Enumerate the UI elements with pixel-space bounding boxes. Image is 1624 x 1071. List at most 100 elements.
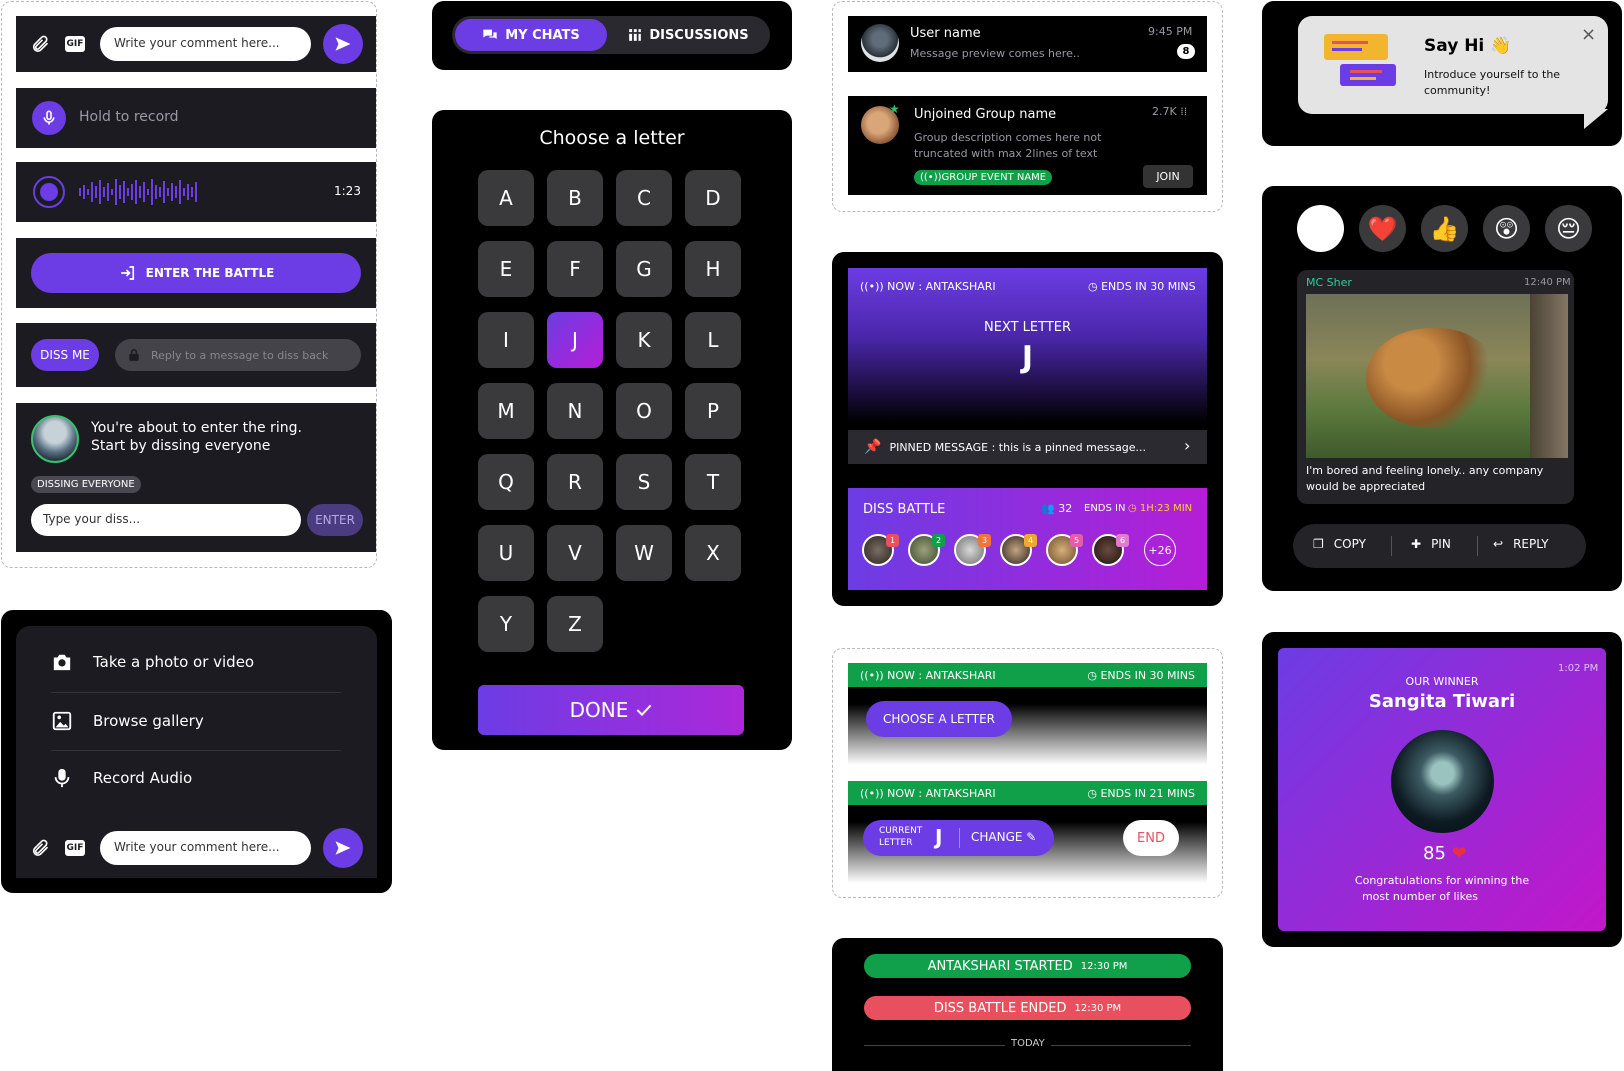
letter-key-v[interactable]: V xyxy=(547,525,603,581)
emoji-sad[interactable]: 😔 xyxy=(1545,205,1592,252)
antakshari-panel: ((•)) NOW : ANTAKSHARI ◷ ENDS IN 30 MINS… xyxy=(832,252,1223,606)
comment-input[interactable]: Write your comment here... xyxy=(100,831,311,865)
more-participants[interactable]: +26 xyxy=(1144,534,1176,566)
letter-key-o[interactable]: O xyxy=(616,383,672,439)
letter-key-j[interactable]: J xyxy=(547,312,603,368)
say-hi-title: Say Hi 👋 xyxy=(1424,36,1511,56)
antakshari-header: ((•)) NOW : ANTAKSHARI ◷ ENDS IN 30 MINS… xyxy=(848,268,1207,423)
emoji-heart[interactable]: ❤️ xyxy=(1359,205,1406,252)
letter-key-z[interactable]: Z xyxy=(547,596,603,652)
letter-key-h[interactable]: H xyxy=(685,241,741,297)
reply-button[interactable]: ↩ REPLY xyxy=(1493,537,1549,551)
rank-badge: 1 xyxy=(886,534,899,547)
menu-item-photo-label: Take a photo or video xyxy=(93,653,255,671)
gif-button[interactable]: GIF xyxy=(65,36,85,52)
letter-key-d[interactable]: D xyxy=(685,170,741,226)
broadcast-icon: ((•)) xyxy=(860,786,884,800)
divider xyxy=(1391,536,1392,556)
enter-battle-card: ENTER THE BATTLE xyxy=(16,238,376,308)
unread-count-badge: 8 xyxy=(1177,44,1195,59)
close-icon[interactable]: × xyxy=(1581,24,1596,45)
comment-placeholder: Write your comment here... xyxy=(114,36,280,50)
letter-key-t[interactable]: T xyxy=(685,454,741,510)
diss-reply-input[interactable]: Reply to a message to diss back xyxy=(115,339,361,371)
letter-picker-panel: Choose a letter ABCD EFGH IJKL MNOP QRST UVWX… xyxy=(432,110,792,750)
discussions-icon xyxy=(629,29,642,41)
letter-key-n[interactable]: N xyxy=(547,383,603,439)
letter-key-l[interactable]: L xyxy=(685,312,741,368)
gif-button[interactable]: GIF xyxy=(65,840,85,856)
pinned-message-bar[interactable]: 📌 PINNED MESSAGE : this is a pinned mess… xyxy=(848,430,1207,464)
letter-key-f[interactable]: F xyxy=(547,241,603,297)
letter-key-k[interactable]: K xyxy=(616,312,672,368)
attachment-icon[interactable] xyxy=(30,838,50,862)
letter-key-i[interactable]: I xyxy=(478,312,534,368)
letter-key-u[interactable]: U xyxy=(478,525,534,581)
comment-input[interactable]: Write your comment here... xyxy=(100,27,311,61)
mic-button[interactable] xyxy=(32,101,66,135)
letter-key-g[interactable]: G xyxy=(616,241,672,297)
group-item[interactable]: ★ Unjoined Group name Group description … xyxy=(848,96,1207,195)
diss-me-button[interactable]: DISS ME xyxy=(31,339,99,371)
menu-item-gallery[interactable]: Browse gallery xyxy=(51,710,204,732)
letter-key-q[interactable]: Q xyxy=(478,454,534,510)
say-hi-title-text: Say Hi xyxy=(1424,36,1485,56)
send-button[interactable] xyxy=(323,828,363,868)
say-hi-panel: Say Hi 👋 Introduce yourself to the commu… xyxy=(1262,1,1622,146)
letter-key-m[interactable]: M xyxy=(478,383,534,439)
likes-count: 85 xyxy=(1423,843,1446,864)
winner-panel: 1:02 PM OUR WINNER Sangita Tiwari 85 ❤ C… xyxy=(1262,632,1622,947)
emoji-surprised[interactable]: 😲 xyxy=(1483,205,1530,252)
done-button[interactable]: DONE xyxy=(478,685,744,735)
chat-item[interactable]: User name Message preview comes here.. 9… xyxy=(848,16,1207,72)
ends-in-time: ◷ 1H:23 MIN xyxy=(1128,503,1192,514)
hold-to-record-bar[interactable]: Hold to record xyxy=(16,88,376,148)
tab-my-chats[interactable]: MY CHATS xyxy=(455,19,607,51)
diss-battle-card[interactable]: DISS BATTLE 👥 32 ENDS IN ◷ 1H:23 MIN 1 2… xyxy=(848,488,1207,590)
event-header: ((•)) NOW : ANTAKSHARI ◷ ENDS IN 30 MINS xyxy=(848,663,1207,687)
divider xyxy=(959,828,960,848)
letter-key-c[interactable]: C xyxy=(616,170,672,226)
menu-item-photo[interactable]: Take a photo or video xyxy=(51,652,254,672)
ends-in: ◷ ENDS IN 30 MINS xyxy=(1088,280,1196,293)
emoji-laugh[interactable]: 😂 xyxy=(1297,205,1344,252)
tab-discussions-label: DISCUSSIONS xyxy=(649,27,749,43)
enter-button[interactable]: ENTER xyxy=(307,504,363,536)
winner-name: Sangita Tiwari xyxy=(1368,691,1516,712)
current-label-1: CURRENT xyxy=(879,826,923,836)
enter-icon xyxy=(120,266,134,280)
pin-icon: 📌 xyxy=(864,439,882,455)
message-bubble: MC Sher 12:40 PM I'm bored and feeling l… xyxy=(1297,270,1574,504)
letter-key-b[interactable]: B xyxy=(547,170,603,226)
letter-key-r[interactable]: R xyxy=(547,454,603,510)
pin-button[interactable]: ✚ PIN xyxy=(1411,537,1451,551)
tab-discussions[interactable]: DISCUSSIONS xyxy=(610,19,767,51)
end-button[interactable]: END xyxy=(1123,820,1179,856)
change-button[interactable]: CHANGE ✎ xyxy=(971,830,1036,844)
menu-item-audio[interactable]: Record Audio xyxy=(51,767,192,789)
stop-record-button[interactable] xyxy=(33,176,65,208)
choose-letter-button[interactable]: CHOOSE A LETTER xyxy=(866,701,1012,737)
letter-key-y[interactable]: Y xyxy=(478,596,534,652)
join-button[interactable]: JOIN xyxy=(1143,165,1193,188)
letter-key-a[interactable]: A xyxy=(478,170,534,226)
ended-label: DISS BATTLE ENDED xyxy=(933,1000,1067,1016)
tab-switcher: MY CHATS DISCUSSIONS xyxy=(452,16,770,54)
letter-key-p[interactable]: P xyxy=(685,383,741,439)
diss-input[interactable]: Type your diss... xyxy=(31,504,301,536)
congrats-line1: Congratulations for winning the xyxy=(1354,874,1530,887)
record-duration: 1:23 xyxy=(334,184,361,198)
rank-badge: 6 xyxy=(1116,534,1129,547)
letter-key-x[interactable]: X xyxy=(685,525,741,581)
letter-key-e[interactable]: E xyxy=(478,241,534,297)
now-text: NOW : ANTAKSHARI xyxy=(887,668,996,682)
enter-battle-button[interactable]: ENTER THE BATTLE xyxy=(31,253,361,293)
emoji-thumbs-up[interactable]: 👍 xyxy=(1421,205,1468,252)
attachment-icon[interactable] xyxy=(30,34,50,58)
chevron-right-icon[interactable]: › xyxy=(1184,436,1190,455)
send-button[interactable] xyxy=(323,24,363,64)
letter-key-w[interactable]: W xyxy=(616,525,672,581)
copy-button[interactable]: ❐ COPY xyxy=(1313,537,1366,551)
waveform xyxy=(79,179,197,205)
letter-key-s[interactable]: S xyxy=(616,454,672,510)
